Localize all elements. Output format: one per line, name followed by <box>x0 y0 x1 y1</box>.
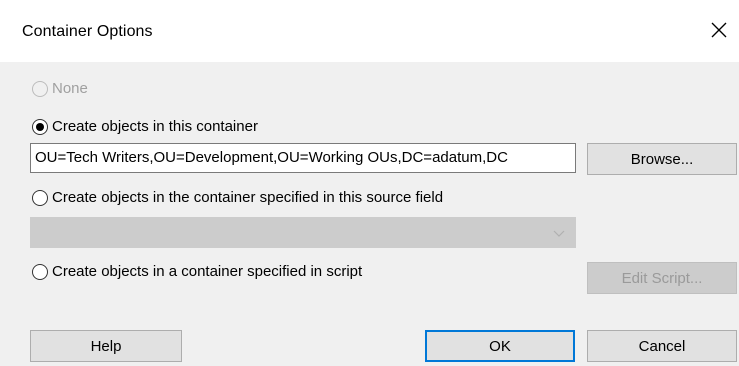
radio-label-source-field: Create objects in the container specifie… <box>52 189 444 206</box>
radio-option-source-field[interactable]: Create objects in the container specifie… <box>32 189 443 206</box>
radio-label-none: None <box>52 80 88 97</box>
radio-option-none: None <box>32 80 88 97</box>
source-field-select <box>30 217 576 248</box>
title-bar: Container Options <box>0 0 739 62</box>
radio-button-script[interactable] <box>32 263 48 280</box>
radio-label-this-container: Create objects in this container <box>52 118 258 135</box>
container-path-input[interactable]: OU=Tech Writers,OU=Development,OU=Workin… <box>30 143 576 173</box>
radio-button-this-container[interactable] <box>32 118 48 135</box>
container-options-dialog: Container Options None Create objects in… <box>0 0 739 366</box>
chevron-down-icon <box>553 230 565 237</box>
ok-button[interactable]: OK <box>425 330 575 362</box>
close-button[interactable] <box>705 16 733 44</box>
close-icon <box>711 22 727 38</box>
edit-script-button: Edit Script... <box>587 262 737 294</box>
radio-button-none <box>32 80 48 97</box>
radio-label-script: Create objects in a container specified … <box>52 263 363 280</box>
browse-button[interactable]: Browse... <box>587 143 737 175</box>
dialog-title: Container Options <box>22 23 153 40</box>
radio-option-script[interactable]: Create objects in a container specified … <box>32 263 362 280</box>
radio-button-source-field[interactable] <box>32 189 48 206</box>
radio-option-this-container[interactable]: Create objects in this container <box>32 118 258 135</box>
cancel-button[interactable]: Cancel <box>587 330 737 362</box>
help-button[interactable]: Help <box>30 330 182 362</box>
